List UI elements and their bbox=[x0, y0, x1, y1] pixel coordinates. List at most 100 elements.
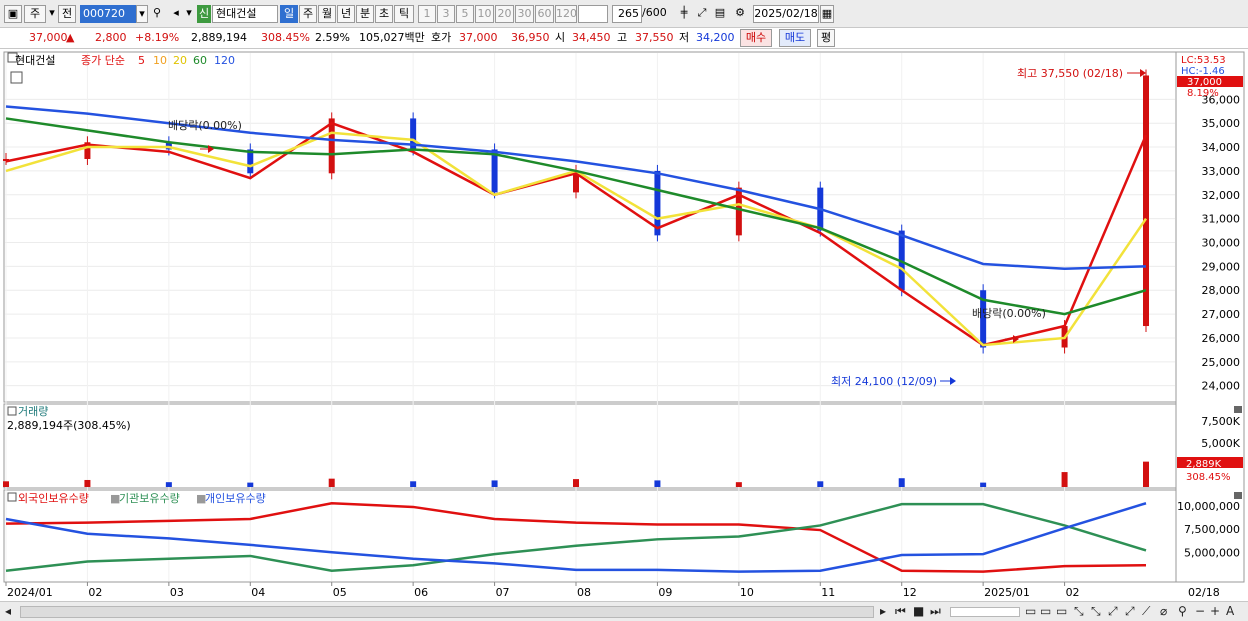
line-tool-icon[interactable]: ⤢ bbox=[694, 5, 710, 23]
eval-button[interactable]: 평 bbox=[817, 29, 835, 47]
first-page-icon[interactable]: ⏮ bbox=[895, 604, 906, 618]
quote-bar: 37,000 ▲ 2,800 +8.19% 2,889,194 308.45% … bbox=[0, 28, 1248, 49]
holding-toggle-icon[interactable] bbox=[7, 492, 17, 502]
save-icon[interactable]: ▤ bbox=[712, 5, 728, 23]
legend-ma60[interactable]: 60 bbox=[193, 54, 207, 67]
layout-icon-2[interactable]: ▭ bbox=[1040, 604, 1051, 618]
layout-icon-1[interactable]: ▭ bbox=[1025, 604, 1036, 618]
speaker-icon[interactable]: ◂ bbox=[168, 5, 184, 23]
chevron-down-icon[interactable]: ▾ bbox=[48, 5, 56, 23]
chart-toolbar: ▣ 주 ▾ 전 000720 ▾ ⚲ ◂ ▾ 신 현대건설 일 주 월 년 분 … bbox=[0, 0, 1248, 28]
interval-60[interactable]: 60 bbox=[535, 5, 554, 23]
chevron-down-icon-2[interactable]: ▾ bbox=[184, 5, 194, 23]
layout-icon-3[interactable]: ▭ bbox=[1056, 604, 1067, 618]
tab-period-day[interactable]: 일 bbox=[280, 5, 298, 23]
up-arrow-icon: ▲ bbox=[66, 31, 75, 44]
type-select-1[interactable]: 주 bbox=[24, 5, 46, 23]
open-label: 시 bbox=[555, 31, 566, 44]
price-tick-label: 34,000 bbox=[1202, 141, 1241, 154]
zoom-out-icon[interactable]: − bbox=[1195, 604, 1205, 618]
hc-label: HC:-1.46 bbox=[1181, 66, 1225, 77]
stock-code-input[interactable]: 000720 bbox=[80, 5, 136, 23]
date-input[interactable]: 2025/02/18 bbox=[753, 5, 819, 23]
stock-chart[interactable]: 24,000 25,000 26,000 27,000 28,000 29,000 30,0… bbox=[0, 49, 1248, 603]
search-icon[interactable]: ⚲ bbox=[150, 5, 164, 23]
legend-stock-name[interactable]: 현대건설 bbox=[15, 54, 55, 67]
interval-10[interactable]: 10 bbox=[475, 5, 494, 23]
draw-tool-icon-4[interactable]: ⤢ bbox=[1125, 604, 1135, 618]
volume-toggle-icon[interactable] bbox=[7, 406, 17, 416]
code-dropdown-icon[interactable]: ▾ bbox=[136, 5, 148, 23]
zoom-in-icon[interactable]: + bbox=[1210, 604, 1220, 618]
volume-value-text: 2,889,194주(308.45%) bbox=[7, 419, 131, 432]
interval-30[interactable]: 30 bbox=[515, 5, 534, 23]
last-price-pct: 8.19% bbox=[1187, 88, 1219, 99]
draw-tool-icon-3[interactable]: ⤢ bbox=[1108, 604, 1118, 618]
dividend-label-2: 배당락(0.00%) bbox=[972, 307, 1046, 320]
current-price: 37,000 bbox=[29, 31, 68, 44]
volume-close-icon[interactable] bbox=[1234, 406, 1242, 413]
dividend-label-1: 배당락(0.00%) bbox=[168, 119, 242, 132]
tab-period-second[interactable]: 초 bbox=[375, 5, 393, 23]
draw-tool-icon-6[interactable]: ⌀ bbox=[1160, 604, 1167, 618]
buy-button[interactable]: 매수 bbox=[740, 29, 772, 47]
holding-tick-label: 10,000,000 bbox=[1177, 500, 1240, 513]
zoom-slider[interactable] bbox=[950, 607, 1020, 617]
calendar-icon[interactable]: ▦ bbox=[820, 5, 834, 23]
legend-indicator[interactable]: 종가 단순 bbox=[81, 54, 125, 67]
stock-name[interactable]: 현대건설 bbox=[212, 5, 278, 23]
legend-ma10[interactable]: 10 bbox=[153, 54, 167, 67]
interval-1[interactable]: 1 bbox=[418, 5, 436, 23]
interval-3[interactable]: 3 bbox=[437, 5, 455, 23]
zoom-icon[interactable]: ⚲ bbox=[1178, 604, 1187, 618]
interval-custom-select[interactable] bbox=[578, 5, 608, 23]
legend-foreign[interactable]: 외국인보유수량 bbox=[18, 492, 89, 505]
legend-ma20[interactable]: 20 bbox=[173, 54, 187, 67]
tab-period-year[interactable]: 년 bbox=[337, 5, 355, 23]
count-input[interactable]: 265 bbox=[612, 5, 642, 23]
stop-icon[interactable]: ■ bbox=[913, 604, 924, 618]
volume-bar bbox=[491, 480, 498, 487]
interval-20[interactable]: 20 bbox=[495, 5, 514, 23]
scroll-track[interactable] bbox=[20, 606, 874, 618]
volume-bar bbox=[165, 482, 172, 487]
holding-close-icon[interactable] bbox=[1234, 492, 1242, 499]
x-tick-label: 10 bbox=[740, 586, 754, 599]
volume-title[interactable]: 거래량 bbox=[18, 405, 48, 418]
window-icon[interactable]: ▣ bbox=[4, 5, 22, 23]
candle-body bbox=[328, 118, 335, 174]
gear-icon[interactable]: ⚙ bbox=[732, 5, 748, 23]
candle-body bbox=[1143, 75, 1149, 327]
legend-ma5[interactable]: 5 bbox=[138, 54, 145, 67]
tab-period-tick[interactable]: 틱 bbox=[394, 5, 414, 23]
grid-table-icon[interactable] bbox=[10, 71, 23, 84]
tab-period-minute[interactable]: 분 bbox=[356, 5, 374, 23]
high-annotation: 최고 37,550 (02/18) bbox=[1017, 67, 1123, 80]
legend-institution[interactable]: 기관보유수량 bbox=[119, 492, 180, 505]
x-tick-label: 04 bbox=[251, 586, 265, 599]
legend-ma120[interactable]: 120 bbox=[214, 54, 235, 67]
sell-button[interactable]: 매도 bbox=[779, 29, 811, 47]
type-select-2[interactable]: 전 bbox=[58, 5, 76, 23]
scroll-right-icon[interactable]: ▸ bbox=[880, 604, 886, 618]
candle-settings-icon[interactable]: ╪ bbox=[676, 5, 692, 23]
legend-individual[interactable]: 개인보유수량 bbox=[205, 492, 266, 505]
scroll-left-icon[interactable]: ◂ bbox=[5, 604, 11, 618]
draw-tool-icon-1[interactable]: ⤡ bbox=[1074, 604, 1084, 618]
x-tick-label: 2024/01 bbox=[7, 586, 53, 599]
open-price: 34,450 bbox=[572, 31, 611, 44]
draw-tool-icon-2[interactable]: ⤡ bbox=[1091, 604, 1101, 618]
last-page-icon[interactable]: ⏭ bbox=[930, 604, 941, 618]
draw-tool-icon-5[interactable]: ⟋ bbox=[1142, 604, 1150, 618]
volume-bar bbox=[573, 479, 579, 487]
volume-bar bbox=[328, 478, 335, 487]
text-tool-icon[interactable]: A bbox=[1226, 604, 1234, 618]
high-label: 고 bbox=[617, 31, 628, 44]
interval-5[interactable]: 5 bbox=[456, 5, 474, 23]
tab-period-month[interactable]: 월 bbox=[318, 5, 336, 23]
x-tick-label: 06 bbox=[414, 586, 428, 599]
volume-bar bbox=[410, 481, 417, 487]
tab-period-week[interactable]: 주 bbox=[299, 5, 317, 23]
interval-120[interactable]: 120 bbox=[555, 5, 577, 23]
volume-tick-label: 7,500K bbox=[1201, 415, 1240, 428]
